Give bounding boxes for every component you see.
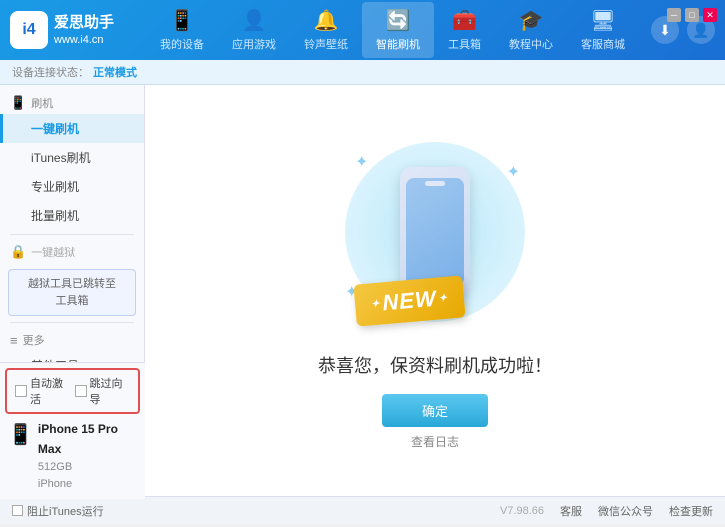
confirm-button[interactable]: 确定 [382,394,488,427]
window-controls: ─ □ ✕ [667,8,717,22]
sidebar-item-pro-flash[interactable]: 专业刷机 [0,172,144,201]
footer-link-update[interactable]: 检查更新 [669,503,713,519]
flash-group-icon: 📱 [10,95,26,111]
itunes-checkbox[interactable] [12,505,23,516]
sidebar-item-batch-flash[interactable]: 批量刷机 [0,201,144,230]
phone-notch [425,181,445,186]
flash-group-header: 📱 刷机 [0,90,144,114]
nav-tabs: 📱 我的设备 👤 应用游戏 🔔 铃声壁纸 🔄 智能刷机 🧰 工具箱 🎓 教程中心… [134,2,651,58]
auto-activate-label[interactable]: 自动激活 [15,375,71,407]
footer: 阻止iTunes运行 V7.98.66 客服 微信公众号 检查更新 [0,496,725,524]
tab-service[interactable]: 🖥 客服商城 [567,2,639,58]
tab-apps-games[interactable]: 👤 应用游戏 [218,2,290,58]
sidebar-item-one-key-flash[interactable]: 一键刷机 [0,114,144,143]
version-label: V7.98.66 [500,505,544,517]
tab-smart-flash[interactable]: 🔄 智能刷机 [362,2,434,58]
header: i4 爱思助手 www.i4.cn 📱 我的设备 👤 应用游戏 🔔 铃声壁纸 🔄… [0,0,725,60]
sidebar-divider-1 [10,234,134,235]
service-icon: 🖥 [590,8,615,33]
logo: i4 爱思助手 www.i4.cn [10,11,114,49]
new-badge: NEW [355,280,464,322]
one-key-restore-header: 🔒 一键越狱 [0,239,144,263]
minimize-button[interactable]: ─ [667,8,681,22]
tab-my-device[interactable]: 📱 我的设备 [146,2,218,58]
main-content: ✦ ✦ ✦ NEW 恭喜您，保资料刷机成功啦！ 确定 查看日志 [145,85,725,496]
device-info: 📱 iPhone 15 Pro Max 512GB iPhone [0,416,145,499]
auto-guide-checkbox[interactable] [75,385,87,397]
auto-activate-checkbox[interactable] [15,385,27,397]
logo-icon: i4 [10,11,48,49]
tab-ringtones[interactable]: 🔔 铃声壁纸 [290,2,362,58]
log-link[interactable]: 查看日志 [411,433,459,450]
sidebar-bottom: 自动激活 跳过向导 📱 iPhone 15 Pro Max 512GB iPho… [0,362,145,499]
device-details: iPhone 15 Pro Max 512GB iPhone [38,420,137,494]
tab-toolbox[interactable]: 🧰 工具箱 [434,2,495,58]
device-icon: 📱 [170,8,195,33]
tutorial-icon: 🎓 [519,8,544,33]
maximize-button[interactable]: □ [685,8,699,22]
footer-right: V7.98.66 客服 微信公众号 检查更新 [500,503,713,519]
sparkle-1: ✦ [355,152,368,172]
status-bar: 设备连接状态： 正常模式 [0,60,725,85]
sidebar-item-itunes-flash[interactable]: iTunes刷机 [0,143,144,172]
phone-screen [406,178,464,286]
device-name: iPhone 15 Pro Max [38,420,137,458]
toolbox-icon: 🧰 [452,8,477,33]
footer-link-service[interactable]: 客服 [560,503,582,519]
restore-icon: 🔒 [10,244,26,260]
footer-link-wechat[interactable]: 微信公众号 [598,503,653,519]
device-phone-icon: 📱 [8,422,33,447]
more-icon: ≡ [10,333,18,348]
footer-left: 阻止iTunes运行 [12,503,104,519]
ringtone-icon: 🔔 [314,8,339,33]
phone-illustration: ✦ ✦ ✦ NEW [325,132,545,332]
flash-icon: 🔄 [386,8,411,33]
sidebar-divider-2 [10,322,134,323]
sparkle-2: ✦ [507,162,520,182]
logo-text: 爱思助手 www.i4.cn [54,12,114,48]
flash-group: 📱 刷机 一键刷机 iTunes刷机 专业刷机 批量刷机 [0,90,144,230]
tab-tutorials[interactable]: 🎓 教程中心 [495,2,567,58]
device-storage: 512GB [38,459,137,477]
auto-actions-box: 自动激活 跳过向导 [5,368,140,414]
auto-guide-label[interactable]: 跳过向导 [75,375,131,407]
more-group-header: ≡ 更多 [0,327,144,351]
close-button[interactable]: ✕ [703,8,717,22]
jailbreak-notice: 越狱工具已跳转至 工具箱 [8,269,136,316]
device-type: iPhone [38,476,137,494]
success-message: 恭喜您，保资料刷机成功啦！ [318,352,552,378]
apps-icon: 👤 [242,8,267,33]
new-ribbon: NEW [353,275,465,326]
